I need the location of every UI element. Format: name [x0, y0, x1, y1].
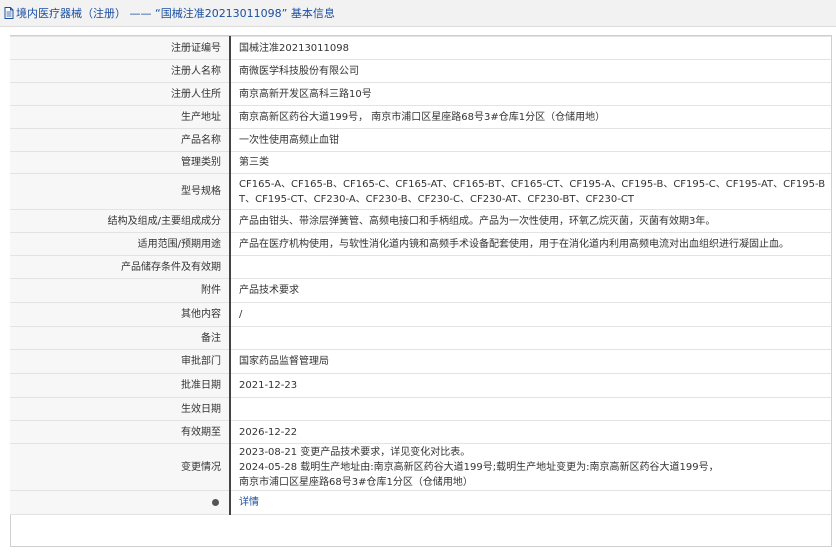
field-value: CF165-A、CF165-B、CF165-C、CF165-AT、CF165-B… — [230, 173, 831, 210]
table-row: 产品储存条件及有效期 — [10, 255, 831, 279]
field-value: 一次性使用高频止血钳 — [230, 128, 831, 152]
field-label: 注册人名称 — [10, 59, 231, 83]
table-row-detail: 详情 — [10, 490, 831, 515]
table-row: 管理类别 第三类 — [10, 151, 831, 174]
field-label: 其他内容 — [10, 302, 231, 327]
page-header: 境内医疗器械（注册） —— “国械注准20213011098” 基本信息 — [0, 0, 836, 27]
table-row: 备注 — [10, 326, 831, 350]
info-table: 注册证编号 国械注准20213011098 注册人名称 南微医学科技股份有限公司 注册人… — [10, 36, 831, 515]
field-value: 第三类 — [230, 151, 831, 174]
table-row: 注册人名称 南微医学科技股份有限公司 — [10, 59, 831, 83]
field-value: 产品在医疗机构使用，与软性消化道内镜和高频手术设备配套使用，用于在消化道内利用高… — [230, 232, 831, 256]
field-value — [230, 326, 831, 350]
change-history: 2023-08-21 变更产品技术要求，详见变化对比表。 2024-05-28 载… — [230, 443, 831, 491]
table-row: 结构及组成/主要组成成分 产品由钳头、带涂层弹簧管、高频电接口和手柄组成。产品为一… — [10, 209, 831, 233]
field-label: 注册证编号 — [10, 36, 231, 60]
field-value: 2026-12-22 — [230, 420, 831, 444]
field-label: 附件 — [10, 278, 231, 303]
field-label: 产品名称 — [10, 128, 231, 152]
document-icon — [4, 7, 14, 19]
field-label: 生效日期 — [10, 397, 231, 421]
page-title: 境内医疗器械（注册） —— “国械注准20213011098” 基本信息 — [16, 7, 335, 20]
field-value: 产品技术要求 — [230, 278, 831, 303]
field-value: / — [230, 302, 831, 327]
change-line: 2023-08-21 变更产品技术要求，详见变化对比表。 — [239, 446, 471, 458]
table-row: 批准日期 2021-12-23 — [10, 373, 831, 398]
table-row: 生效日期 — [10, 397, 831, 421]
table-row: 型号规格 CF165-A、CF165-B、CF165-C、CF165-AT、CF1… — [10, 173, 831, 210]
table-row: 其他内容 / — [10, 302, 831, 327]
detail-cell: 详情 — [230, 490, 831, 515]
field-value: 南京高新区药谷大道199号， 南京市浦口区星座路68号3#仓库1分区（仓储用地） — [230, 105, 831, 129]
detail-label-cell — [10, 490, 231, 515]
change-line: 南京市浦口区星座路68号3#仓库1分区（仓储用地） — [239, 476, 473, 488]
table-row-change: 变更情况 2023-08-21 变更产品技术要求，详见变化对比表。 2024-05-… — [10, 443, 831, 491]
table-row: 注册人住所 南京高新开发区高科三路10号 — [10, 82, 831, 106]
field-label: 备注 — [10, 326, 231, 350]
field-label: 适用范围/预期用途 — [10, 232, 231, 256]
field-value: 国械注准20213011098 — [230, 36, 831, 60]
field-value: 2021-12-23 — [230, 373, 831, 398]
field-label: 型号规格 — [10, 173, 231, 210]
table-row: 附件 产品技术要求 — [10, 278, 831, 303]
table-row: 有效期至 2026-12-22 — [10, 420, 831, 444]
field-value: 国家药品监督管理局 — [230, 349, 831, 374]
table-row: 生产地址 南京高新区药谷大道199号， 南京市浦口区星座路68号3#仓库1分区（仓… — [10, 105, 831, 129]
field-value: 南京高新开发区高科三路10号 — [230, 82, 831, 106]
field-label: 注册人住所 — [10, 82, 231, 106]
table-row: 审批部门 国家药品监督管理局 — [10, 349, 831, 374]
table-row: 注册证编号 国械注准20213011098 — [10, 36, 831, 60]
field-value: 产品由钳头、带涂层弹簧管、高频电接口和手柄组成。产品为一次性使用，环氧乙烷灭菌，… — [230, 209, 831, 233]
change-line: 2024-05-28 载明生产地址由:南京高新区药谷大道199号;载明生产地址变… — [239, 461, 719, 473]
field-label: 有效期至 — [10, 420, 231, 444]
field-value — [230, 397, 831, 421]
field-label: 批准日期 — [10, 373, 231, 398]
detail-link[interactable]: 详情 — [239, 497, 259, 508]
field-value — [230, 255, 831, 279]
field-label: 生产地址 — [10, 105, 231, 129]
table-row: 适用范围/预期用途 产品在医疗机构使用，与软性消化道内镜和高频手术设备配套使用，用… — [10, 232, 831, 256]
location-pin-icon — [212, 498, 219, 506]
table-row: 产品名称 一次性使用高频止血钳 — [10, 128, 831, 152]
field-value: 南微医学科技股份有限公司 — [230, 59, 831, 83]
field-label: 产品储存条件及有效期 — [10, 255, 231, 279]
field-label: 审批部门 — [10, 349, 231, 374]
field-label: 变更情况 — [10, 443, 231, 491]
field-label: 管理类别 — [10, 151, 231, 174]
field-label: 结构及组成/主要组成成分 — [10, 209, 231, 233]
